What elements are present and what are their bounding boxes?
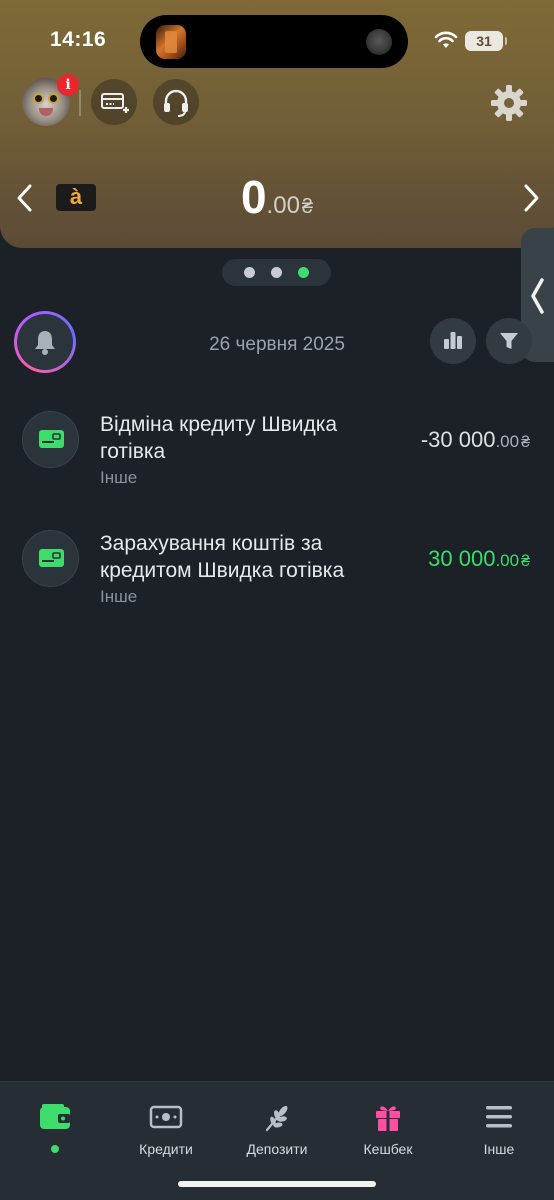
amount-currency: ₴ [521,553,530,570]
transaction-amount: -30 000.00 ₴ [421,427,530,453]
account-card-header: 14:16 31 i à 0.00 ₴ [0,0,554,248]
transaction-title: Зарахування коштів за кредитом Швидка го… [100,532,345,582]
page-dot [244,267,255,278]
status-time: 14:16 [50,28,107,51]
carousel-next-chevron-icon[interactable] [520,180,544,216]
transaction-category: Інше [100,468,138,487]
avatar-mouth [39,108,53,116]
transaction-amount: 30 000.00 ₴ [428,546,530,572]
support-button[interactable] [153,79,199,125]
status-bar: 14:16 31 [0,0,554,80]
balance-integer: 0 [240,171,267,223]
tab-deposits[interactable]: Депозити [222,1102,332,1172]
bar-chart-icon [444,332,462,349]
avatar-eye [48,93,59,104]
add-card-button[interactable] [91,79,137,125]
avatar-eye [33,93,44,104]
settings-gear-icon[interactable] [488,82,530,124]
amount-decimal: .00 [495,551,520,570]
dynamic-island [140,15,408,68]
page-dot-active [298,267,309,278]
tab-label: Депозити [246,1141,308,1157]
page-dot [271,267,282,278]
tab-other[interactable]: Інше [444,1102,554,1172]
credit-card-icon [39,430,64,448]
live-activity-app-icon [156,25,186,59]
transaction-row[interactable]: Зарахування коштів за кредитом Швидка го… [0,530,554,640]
notification-badge[interactable]: i [57,74,79,96]
wheat-icon [265,1105,288,1132]
tab-label: Інше [483,1141,515,1157]
credit-card-icon [39,549,64,567]
amount-integer: 30 000 [428,546,496,571]
active-tab-dot [51,1145,59,1153]
headset-icon [164,89,188,117]
home-indicator[interactable] [178,1181,376,1187]
tab-wallet[interactable] [0,1102,110,1172]
filter-button[interactable] [486,318,532,364]
transaction-icon [22,411,79,468]
amount-integer: -30 000 [420,427,496,452]
balance-decimal: .00 [266,192,300,219]
statistics-button[interactable] [430,318,476,364]
header-divider [79,90,81,116]
transaction-title: Відміна кредиту Швидка готівка [100,413,338,463]
balance-currency: ₴ [301,196,314,218]
tab-label: Кредити [139,1141,193,1157]
carousel-page-indicator[interactable] [222,259,331,286]
menu-icon [486,1106,512,1128]
wallet-icon [40,1104,70,1129]
tab-credits[interactable]: Кредити [111,1102,221,1172]
camera-icon [366,29,392,55]
balance-amount: 0.00 ₴ [0,170,554,224]
wifi-icon [434,31,458,48]
filter-funnel-icon [500,333,518,349]
amount-currency: ₴ [521,434,530,451]
tab-label: Кешбек [363,1141,413,1157]
chevron-left-icon [531,278,544,314]
battery-indicator: 31 [465,31,507,51]
transaction-category: Інше [100,587,138,606]
tab-cashback[interactable]: Кешбек [333,1102,443,1172]
transaction-icon [22,530,79,587]
gift-icon [376,1106,400,1131]
transaction-row[interactable]: Відміна кредиту Швидка готівка Інше -30 … [0,411,554,521]
card-plus-icon [101,93,129,113]
amount-decimal: .00 [495,432,520,451]
banknote-icon [149,1105,183,1129]
